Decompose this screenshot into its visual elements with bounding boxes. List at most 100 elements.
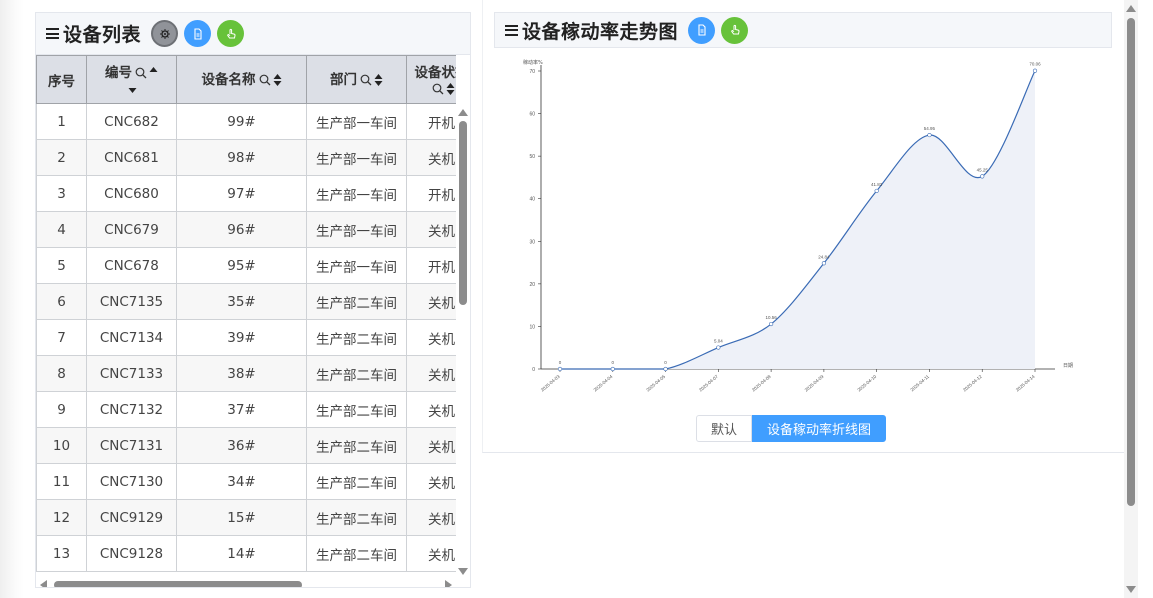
data-point[interactable] [927,132,932,138]
sort-icon[interactable] [273,73,282,87]
page-scroll-up-icon[interactable] [1126,5,1136,12]
table-row[interactable]: 3 CNC680 97# 生产部一车间 开机 [36,175,456,212]
table-row[interactable]: 2 CNC681 98# 生产部一车间 关机 [36,139,456,176]
search-icon[interactable] [135,67,147,79]
page: 设备列表 序号 编号 设备名称 部门 设备状 1 CNC682 99# 生产部一… [0,0,1153,598]
cell-code: CNC682 [86,103,177,140]
cell-status: 开机 [406,103,456,140]
scroll-up-arrow-icon[interactable] [458,109,468,116]
table-body: 1 CNC682 99# 生产部一车间 开机 2 CNC681 98# 生产部一车间 关机 3 CNC… [36,103,456,572]
data-point[interactable] [769,321,774,327]
table-vertical-scrollbar[interactable] [456,105,470,579]
data-point[interactable] [610,366,615,372]
page-vertical-scrollbar[interactable] [1124,0,1138,598]
device-table-viewport[interactable]: 序号 编号 设备名称 部门 设备状 1 CNC682 99# 生产部一车间 开机… [36,55,456,579]
scroll-left-arrow-icon[interactable] [40,580,47,587]
cell-name: 34# [176,463,307,500]
data-point[interactable] [716,345,721,350]
column-header-index[interactable]: 序号 [36,55,87,104]
column-header-name[interactable]: 设备名称 [176,55,307,104]
pointer-button[interactable] [721,16,749,44]
y-tick-label: 40 [529,197,535,203]
table-row[interactable]: 7 CNC7134 39# 生产部二车间 关机 [36,319,456,356]
data-point[interactable] [821,261,826,266]
data-label: 10.56 [765,315,777,320]
table-horizontal-scrollbar[interactable] [36,579,456,587]
pointer-button[interactable] [217,20,245,47]
cell-index: 12 [36,499,87,536]
cell-dept: 生产部一车间 [306,139,407,176]
cell-dept: 生产部二车间 [306,427,407,464]
cell-dept: 生产部二车间 [306,355,407,392]
export-button[interactable] [688,16,716,44]
sort-desc-icon[interactable] [128,82,137,96]
cell-index: 6 [36,283,87,320]
table-row[interactable]: 4 CNC679 96# 生产部一车间 关机 [36,211,456,248]
trend-chart-header: 设备稼动率走势图 [494,12,1112,48]
data-label: 0 [559,360,562,365]
search-icon[interactable] [432,83,444,95]
vertical-scroll-thumb[interactable] [459,121,467,305]
scroll-down-arrow-icon[interactable] [458,568,468,575]
search-icon[interactable] [360,74,372,86]
y-tick-label: 20 [529,282,535,288]
sort-icon[interactable] [446,82,455,96]
cell-code: CNC7132 [86,391,177,428]
utilization-line-chart: 0 10 20 30 40 50 60 70 稼动率% 日期 2025-04-03 2025-04-0… [523,59,1073,393]
sort-asc-icon[interactable] [149,66,158,80]
device-list-panel: 设备列表 序号 编号 设备名称 部门 设备状 1 CNC682 99# 生产部一… [35,12,471,588]
column-header-code[interactable]: 编号 [86,55,177,104]
table-row[interactable]: 1 CNC682 99# 生产部一车间 开机 [36,103,456,140]
column-header-status[interactable]: 设备状态 [406,55,456,104]
table-row[interactable]: 8 CNC7133 38# 生产部二车间 关机 [36,355,456,392]
horizontal-scroll-thumb[interactable] [54,581,302,587]
cell-index: 5 [36,247,87,284]
table-row[interactable]: 5 CNC678 95# 生产部一车间 开机 [36,247,456,284]
table-row[interactable]: 9 CNC7132 37# 生产部二车间 关机 [36,391,456,428]
document-icon [193,27,202,40]
data-point[interactable] [1032,68,1038,73]
settings-button[interactable] [151,20,179,47]
cell-code: CNC7130 [86,463,177,500]
cell-name: 39# [176,319,307,356]
cell-dept: 生产部二车间 [306,319,407,356]
search-icon[interactable] [259,74,271,86]
scroll-right-arrow-icon[interactable] [445,580,452,587]
table-row[interactable]: 11 CNC7130 34# 生产部二车间 关机 [36,463,456,500]
line-chart-view-button[interactable]: 设备稼动率折线图 [752,415,887,442]
page-scroll-thumb[interactable] [1127,18,1135,506]
table-row[interactable]: 12 CNC9129 15# 生产部二车间 关机 [36,499,456,536]
data-point[interactable] [980,174,985,179]
document-icon [697,24,706,36]
table-row[interactable]: 6 CNC7135 35# 生产部二车间 关机 [36,283,456,320]
data-point[interactable] [663,366,668,372]
cell-status: 开机 [406,175,456,212]
cell-status: 关机 [406,283,456,320]
column-header-dept[interactable]: 部门 [306,55,407,104]
cell-status: 关机 [406,463,456,500]
cell-dept: 生产部二车间 [306,463,407,500]
x-tick-label: 2025-04-10 [856,374,877,393]
x-tick-label: 2025-04-04 [593,374,614,393]
page-scroll-down-icon[interactable] [1126,586,1136,593]
data-label: 24.84 [818,254,830,259]
data-label: 54.95 [924,126,936,131]
cell-status: 关机 [406,139,456,176]
table-row[interactable]: 13 CNC9128 14# 生产部二车间 关机 [36,535,456,572]
data-label: 45.25 [977,167,989,172]
trend-chart-title: 设备稼动率走势图 [522,20,679,43]
device-list-header: 设备列表 [36,13,470,55]
data-label: 41.83 [871,182,883,187]
cell-code: CNC9128 [86,535,177,572]
default-view-button[interactable]: 默认 [696,415,753,442]
cell-name: 35# [176,283,307,320]
data-point[interactable] [874,188,879,194]
cell-name: 99# [176,103,307,140]
x-tick-label: 2025-04-12 [962,374,983,393]
export-button[interactable] [184,20,212,47]
table-row[interactable]: 10 CNC7131 36# 生产部二车间 关机 [36,427,456,464]
cell-dept: 生产部二车间 [306,535,407,572]
data-point[interactable] [557,366,563,372]
cell-index: 11 [36,463,87,500]
sort-icon[interactable] [374,73,383,87]
